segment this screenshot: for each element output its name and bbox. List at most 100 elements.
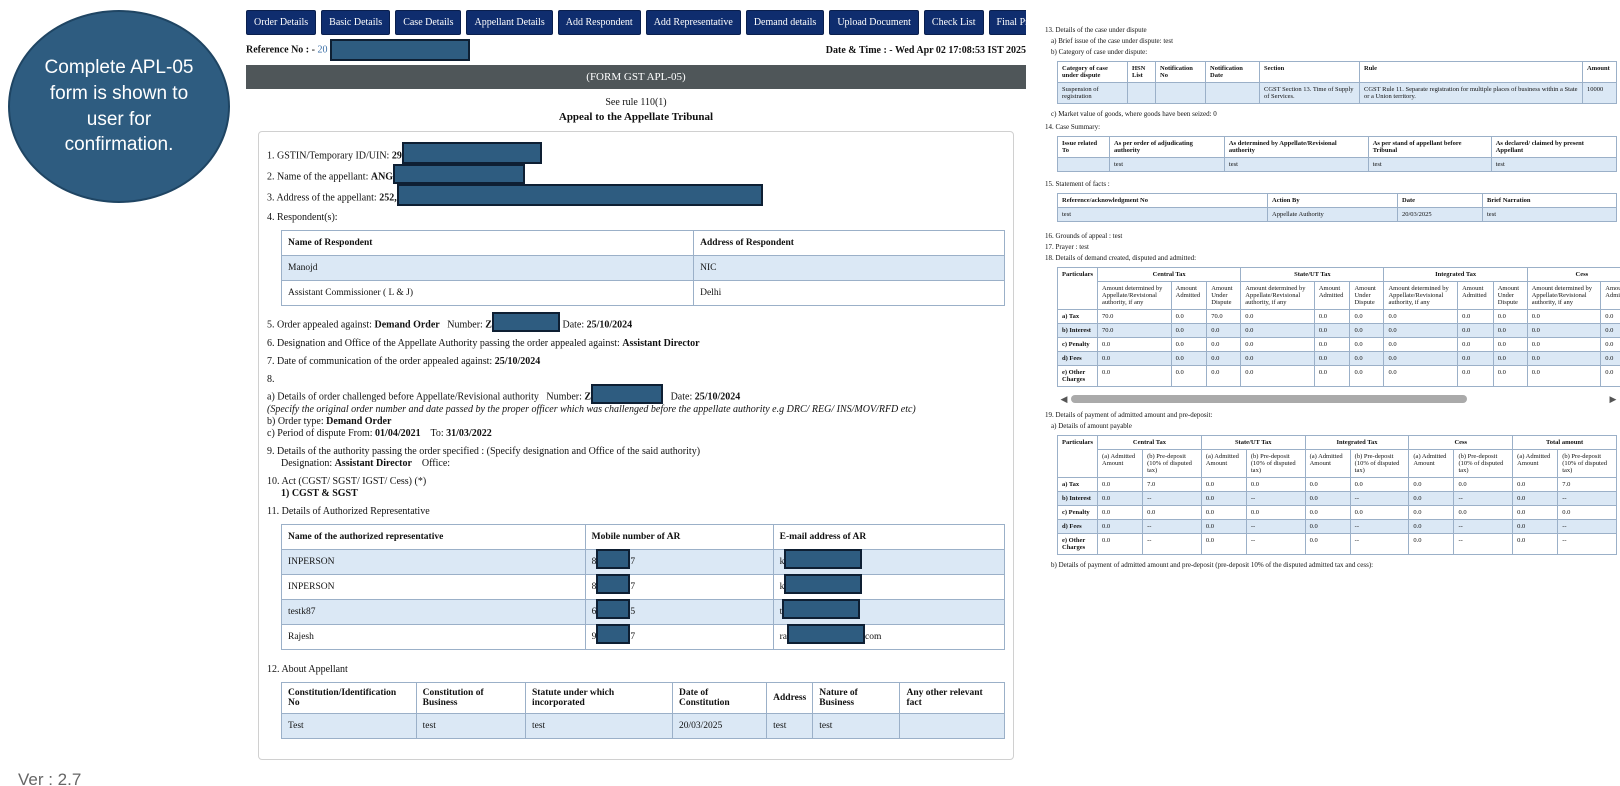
challenged-number-label: Number: [546, 391, 582, 403]
order-type-value: Demand Order [326, 416, 392, 427]
cell: 0.0 [1245, 477, 1306, 492]
field-act: 10. Act (CGST/ SGST/ IGST/ Cess) (*) 1) … [267, 476, 1005, 500]
tab-appellant-details[interactable]: Appellant Details [466, 10, 553, 35]
th-facts: Date [1397, 193, 1483, 208]
field-authority-details: 9. Details of the authority passing the … [267, 446, 1005, 470]
appellant-address-label: 3. Address of the appellant: [267, 192, 377, 204]
tab-add-respondent[interactable]: Add Respondent [557, 10, 641, 35]
th-rep-mobile: Mobile number of AR [584, 524, 774, 550]
redaction-box [396, 184, 763, 206]
table-row: INPERSON 87 k [281, 574, 1006, 600]
subheader: Amount determined by Appellate/Revisiona… [1240, 281, 1315, 310]
th-group: Total amount [1512, 435, 1617, 450]
cell: 10000 [1582, 82, 1617, 104]
cell: 0.0 [1170, 365, 1208, 387]
tab-upload-document[interactable]: Upload Document [829, 10, 919, 35]
appellate-authority-value: Assistant Director [622, 338, 700, 349]
tab-final-preview[interactable]: Final Preview [988, 10, 1026, 35]
table-row: test test test test [1057, 157, 1618, 172]
cell: 0.0 [1304, 491, 1351, 506]
cell: -- [1557, 519, 1617, 534]
cell: k [772, 549, 1006, 575]
cell: -- [1142, 533, 1202, 555]
cell: 0.0 [1408, 519, 1455, 534]
scroll-thumb[interactable] [1071, 395, 1467, 403]
cell: CGST Rule 11. Separate registration for … [1359, 82, 1583, 104]
th-about: Date of Constitution [672, 682, 768, 714]
cell-text: com [865, 632, 882, 643]
tab-case-details[interactable]: Case Details [395, 10, 462, 35]
subheader: Amount Admitted [1313, 281, 1351, 310]
row-label: c) Penalty [1056, 505, 1099, 520]
version-label: Ver : 2.7 [18, 770, 82, 786]
field-gstin: 1. GSTIN/Temporary ID/UIN: 29 [267, 142, 1005, 164]
tab-add-representative[interactable]: Add Representative [645, 10, 741, 35]
cell: 0.0 [1097, 351, 1172, 366]
scroll-right-icon[interactable]: ▶ [1606, 394, 1620, 405]
cell: -- [1245, 519, 1306, 534]
cell [1057, 157, 1110, 172]
cell: 0.0 [1097, 505, 1144, 520]
tab-basic-details[interactable]: Basic Details [321, 10, 391, 35]
table-row: a) Tax 0.0 7.0 0.0 0.0 0.0 0.0 0.0 0.0 0.0 7.… [1056, 477, 1617, 492]
cell: 0.0 [1408, 533, 1455, 555]
tab-check-list[interactable]: Check List [923, 10, 984, 35]
payment-details-label: 19. Details of payment of admitted amoun… [1045, 411, 1213, 419]
cell: 0.0 [1200, 477, 1247, 492]
cell: 0.0 [1512, 533, 1559, 555]
scroll-left-icon[interactable]: ◀ [1057, 394, 1071, 405]
cell: -- [1142, 519, 1202, 534]
subheader: Amount determined by Appellate/Revisiona… [1526, 281, 1602, 310]
cell: Assistant Commissioner ( L & J) [280, 280, 695, 306]
table-row: Assistant Commissioner ( L & J) Delhi [280, 280, 1005, 306]
cell: test [766, 713, 814, 739]
cell: 20/03/2025 [1397, 207, 1483, 222]
th-group: Integrated Tax [1383, 267, 1528, 282]
appellant-address-value: 252, [379, 192, 397, 204]
table-row: Test test test 20/03/2025 test test [281, 713, 1005, 739]
th-group: Cess [1408, 435, 1514, 450]
scroll-track[interactable] [1071, 395, 1606, 403]
case-dispute-brief: a) Brief issue of the case under dispute… [1051, 37, 1174, 45]
th-rep-email: E-mail address of AR [772, 524, 1006, 550]
th-about: Address [766, 682, 814, 714]
cell [1127, 82, 1156, 104]
table-row: test Appellate Authority 20/03/2025 test [1057, 207, 1617, 222]
field-appellate-authority: 6. Designation and Office of the Appella… [267, 338, 1005, 350]
cell: test [1057, 207, 1268, 222]
cell [899, 713, 1005, 739]
cell: 0.0 [1526, 351, 1602, 366]
callout-text: Complete APL-05 form is shown to user fo… [44, 57, 194, 156]
act-value: 1) CGST & SGST [281, 488, 358, 499]
dispute-to-value: 31/03/2022 [446, 428, 492, 439]
cell: 0.0 [1313, 323, 1351, 338]
cell [1155, 82, 1206, 104]
communication-date-label: 7. Date of communication of the order ap… [267, 356, 493, 367]
cell: Rajesh [281, 624, 586, 650]
cell: INPERSON [281, 549, 586, 575]
cell-text: 7 [630, 557, 636, 568]
cell: test [415, 713, 527, 739]
cell-text: 5 [630, 607, 636, 618]
cell: 0.0 [1453, 477, 1514, 492]
horizontal-scrollbar[interactable]: ◀ ▶ [1057, 393, 1620, 405]
market-value: c) Market value of goods, where goods ha… [1051, 110, 1217, 118]
dispute-period-row: c) Period of dispute From: 01/04/2021 To… [267, 428, 1005, 440]
cell: 0.0 [1600, 309, 1620, 324]
order-type-label: b) Order type: [267, 416, 324, 427]
cell: 65 [584, 599, 774, 625]
order-challenged-label: a) Details of order challenged before Ap… [267, 391, 539, 403]
cell: t [772, 599, 1006, 625]
table-row: a) Tax 70.0 0.0 70.0 0.0 0.0 0.0 0.0 0.0 0.0 0… [1056, 309, 1620, 324]
subheader: Amount Under Dispute [1206, 281, 1242, 310]
tab-order-details[interactable]: Order Details [246, 10, 317, 35]
order-date-label: Date: [562, 319, 585, 331]
row-label: b) Interest [1056, 323, 1099, 338]
communication-date-value: 25/10/2024 [494, 356, 541, 367]
tab-demand-details[interactable]: Demand details [745, 10, 825, 35]
row-label: e) Other Charges [1056, 365, 1099, 387]
cell: 87 [584, 549, 774, 575]
cell: 0.0 [1526, 309, 1602, 324]
cell: 0.0 [1512, 505, 1559, 520]
order-date-value: 25/10/2024 [586, 319, 633, 331]
